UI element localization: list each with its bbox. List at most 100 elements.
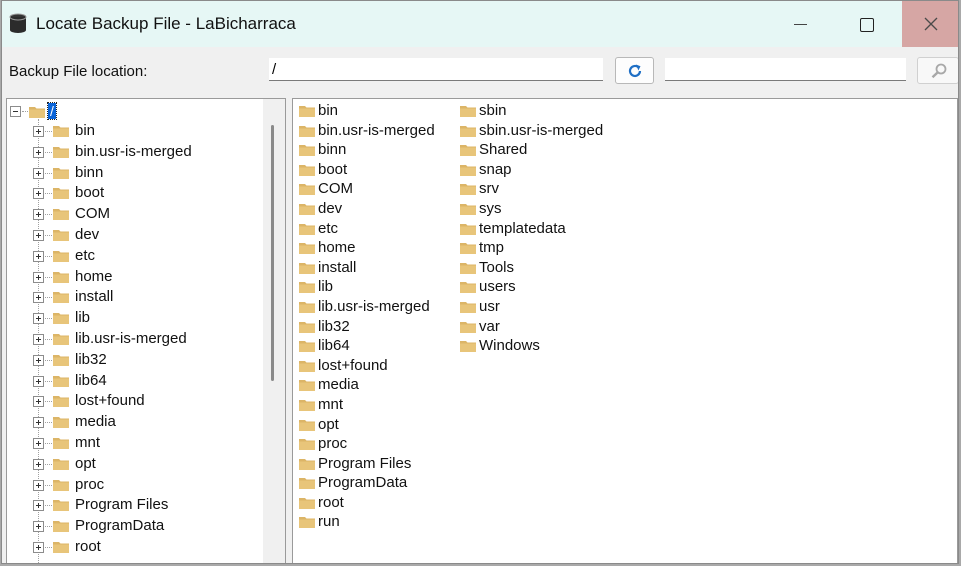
minimize-button[interactable] — [772, 1, 828, 47]
search-button[interactable] — [917, 57, 958, 84]
expand-icon[interactable] — [33, 333, 44, 345]
folder-item-label: sbin — [479, 102, 507, 119]
collapse-icon[interactable] — [10, 105, 21, 117]
folder-icon — [299, 419, 315, 431]
expand-icon[interactable] — [33, 250, 44, 262]
folder-contents[interactable]: bin bin.usr-is-merged binn boot COM dev etc hom… — [292, 98, 958, 563]
expand-icon[interactable] — [33, 229, 44, 241]
folder-icon — [299, 164, 315, 176]
folder-icon — [53, 188, 69, 200]
folder-icon — [460, 145, 476, 157]
tree-item-label: media — [75, 413, 116, 431]
tree-item-label: boot — [75, 184, 105, 202]
refresh-button[interactable] — [615, 57, 654, 84]
folder-icon — [53, 146, 69, 158]
folder-item-label: boot — [318, 160, 348, 178]
maximize-button[interactable] — [838, 1, 894, 47]
folder-icon — [299, 458, 315, 470]
expand-icon[interactable] — [33, 209, 44, 221]
folder-item-label: Windows — [479, 337, 540, 355]
folder-item-label: lib64 — [318, 337, 350, 355]
folder-icon — [53, 541, 69, 553]
expand-icon[interactable] — [33, 146, 44, 158]
folder-icon — [460, 106, 476, 117]
backup-location-input[interactable] — [269, 58, 603, 81]
close-button[interactable] — [902, 1, 958, 47]
folder-item-label: lib32 — [318, 317, 350, 335]
folder-item-label: root — [318, 493, 344, 511]
expand-icon[interactable] — [33, 541, 44, 553]
expand-icon[interactable] — [33, 167, 44, 179]
folder-icon — [460, 184, 476, 196]
folder-item-label: srv — [479, 180, 499, 198]
expand-icon[interactable] — [33, 313, 44, 325]
folder-icon — [299, 243, 315, 255]
tree-root-label: / — [47, 102, 57, 120]
tree-item-label: root — [75, 537, 101, 555]
folder-icon — [299, 399, 315, 411]
tree-item-label: install — [75, 288, 114, 306]
folder-item-label: proc — [318, 435, 348, 453]
expand-icon[interactable] — [33, 292, 44, 304]
folder-item-label: home — [318, 239, 356, 257]
folder-icon — [299, 145, 315, 157]
search-input[interactable] — [665, 58, 906, 81]
folder-item-label: Tools — [479, 258, 515, 276]
expand-icon[interactable] — [33, 354, 44, 366]
tree-item-label: bin — [75, 122, 96, 139]
expand-icon[interactable] — [33, 271, 44, 283]
search-icon — [931, 63, 947, 79]
window-title: Locate Backup File - LaBicharraca — [36, 14, 296, 33]
tree-item-label: opt — [75, 454, 96, 472]
folder-icon — [299, 184, 315, 196]
folder-icon — [53, 209, 69, 221]
folder-icon — [53, 292, 69, 304]
expand-icon[interactable] — [33, 521, 44, 533]
expand-icon[interactable] — [33, 437, 44, 449]
folder-icon — [460, 243, 476, 255]
tree-item-label: lost+found — [75, 392, 145, 410]
folder-icon — [299, 439, 315, 451]
expand-icon[interactable] — [33, 417, 44, 429]
folder-tree[interactable]: / bin bin.usr-is-merged binn boot COM dev etc h… — [6, 98, 286, 563]
folder-icon — [53, 333, 69, 345]
folder-icon — [299, 380, 315, 392]
folder-icon — [460, 282, 476, 294]
expand-icon[interactable] — [33, 126, 44, 137]
folder-item-label: Program Files — [318, 454, 412, 472]
expand-icon[interactable] — [33, 500, 44, 512]
folder-item-label: opt — [318, 415, 339, 433]
folder-icon — [460, 203, 476, 215]
folder-item-label: lib — [318, 278, 334, 296]
folder-icon — [460, 341, 476, 353]
folder-icon — [53, 458, 69, 470]
tree-item-label: binn — [75, 163, 104, 181]
folder-item-label: sbin.usr-is-merged — [479, 121, 604, 139]
tree-scrollbar-thumb[interactable] — [271, 125, 274, 381]
folder-item-label: usr — [479, 297, 500, 315]
expand-icon[interactable] — [33, 479, 44, 491]
folder-icon — [53, 229, 69, 241]
title-bar[interactable]: Locate Backup File - LaBicharraca — [2, 1, 958, 47]
folder-item-label: lost+found — [318, 356, 388, 374]
folder-icon — [299, 262, 315, 274]
folder-icon — [299, 203, 315, 215]
tree-item-label: lib32 — [75, 350, 107, 368]
folder-icon — [460, 321, 476, 333]
tree-root[interactable]: / — [10, 102, 57, 120]
backup-location-label: Backup File location: — [9, 63, 148, 80]
expand-icon[interactable] — [33, 375, 44, 387]
folder-icon — [299, 478, 315, 490]
tree-item-label: etc — [75, 246, 96, 264]
folder-item-label: Shared — [479, 141, 528, 159]
folder-icon — [53, 417, 69, 429]
tree-item-label: lib — [75, 309, 91, 327]
tree-item-label: mnt — [75, 433, 101, 451]
expand-icon[interactable] — [33, 458, 44, 470]
expand-icon[interactable] — [33, 396, 44, 408]
expand-icon[interactable] — [33, 188, 44, 200]
folder-item-label: users — [479, 278, 516, 296]
tree-scrollbar[interactable] — [263, 99, 285, 563]
tree-item-label: COM — [75, 205, 110, 223]
tree-item-label: dev — [75, 225, 100, 243]
